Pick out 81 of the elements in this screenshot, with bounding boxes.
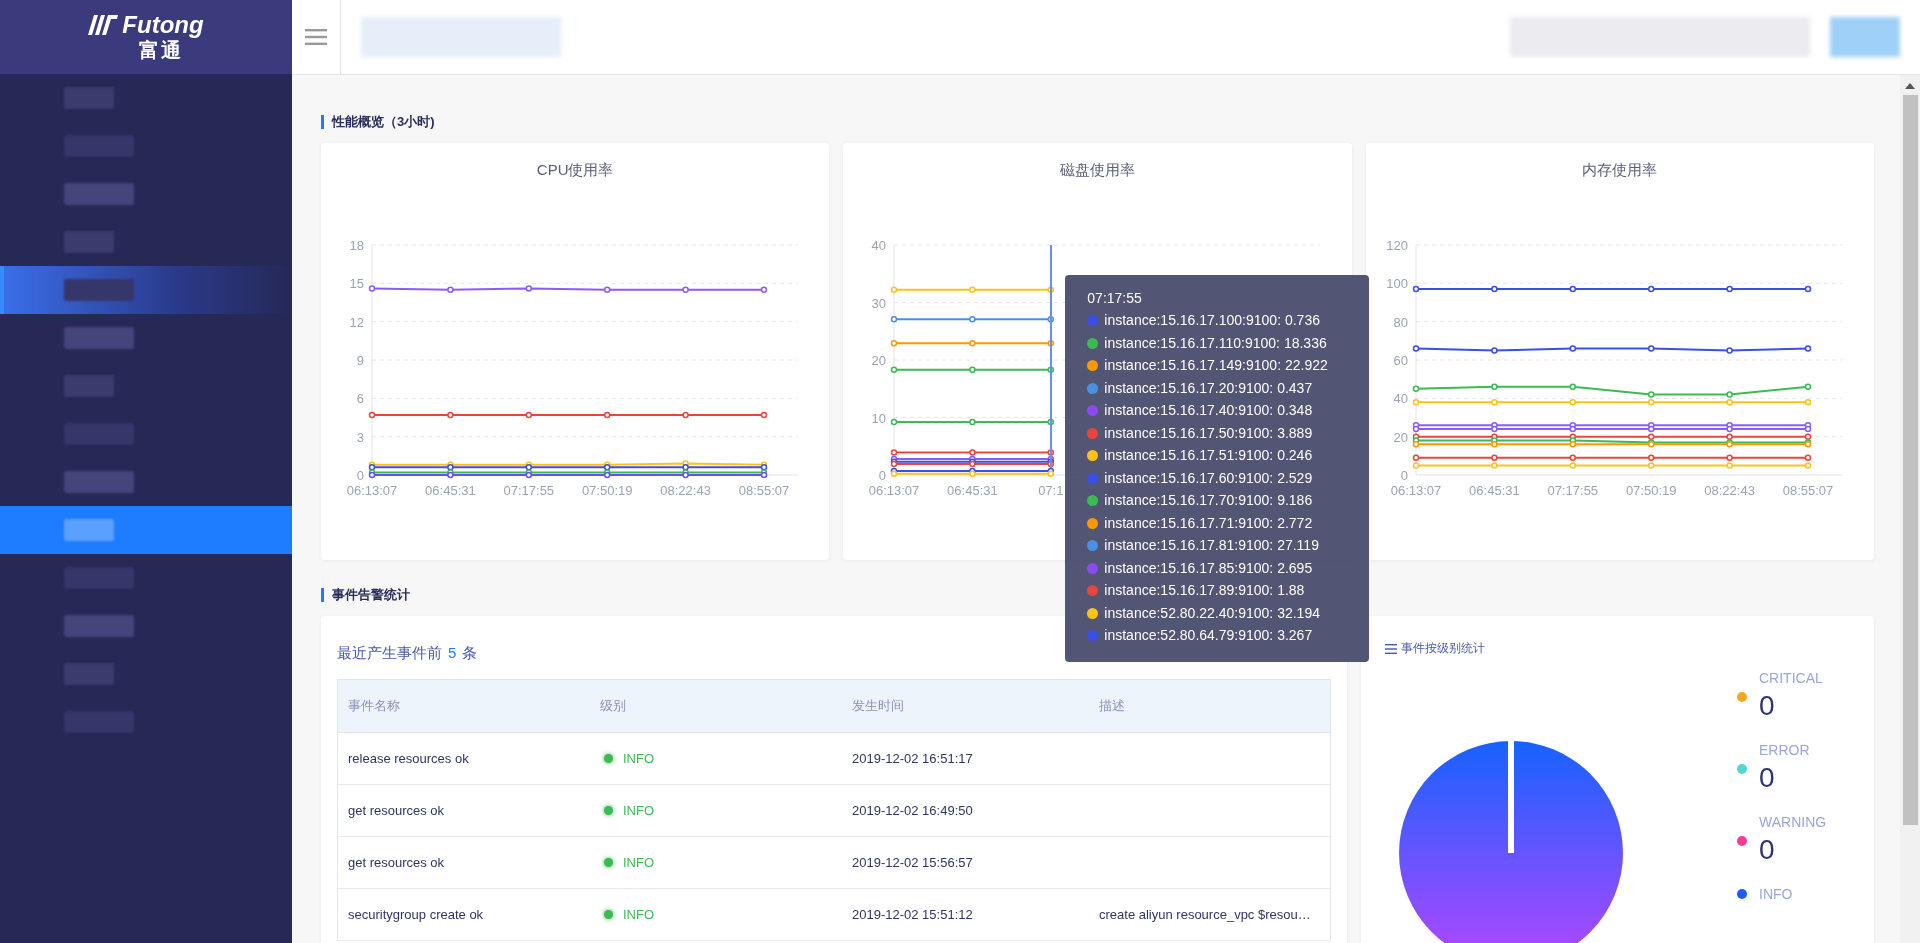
tooltip-value: instance:15.16.17.100:9100: 0.736 (1104, 311, 1320, 330)
tooltip-value: instance:52.80.64.79:9100: 3.267 (1104, 626, 1313, 645)
level-label: INFO (623, 855, 655, 870)
legend-count: 0 (1759, 689, 1776, 723)
axis-tick-label: 07:50:19 (1626, 483, 1677, 498)
table-cell-text: securitygroup create ok (347, 907, 485, 922)
axis-tick-label: 0 (356, 468, 364, 483)
axis-tick-label: 06:45:31 (1469, 483, 1521, 498)
axis-tick-label: 06:13:07 (1391, 483, 1442, 498)
level-label: INFO (623, 803, 655, 818)
axis-tick-label: 6 (356, 391, 364, 407)
column-header: 事件名称 (347, 697, 401, 715)
column-header: 级别 (599, 697, 627, 715)
legend-label: ERROR (1759, 741, 1811, 759)
chart-title: CPU使用率 (536, 161, 614, 180)
table-cell-text: 2019-12-02 15:51:12 (851, 907, 974, 922)
table-cell-text: create aliyun resource_vpc $resou… (1098, 907, 1312, 922)
tooltip-value: instance:15.16.17.40:9100: 0.348 (1104, 401, 1313, 420)
axis-tick-label: 20 (1393, 429, 1409, 445)
tooltip-value: instance:15.16.17.51:9100: 0.246 (1104, 446, 1313, 465)
axis-tick-label: 120 (1386, 238, 1409, 253)
level-label: INFO (623, 907, 655, 922)
axis-tick-label: 40 (871, 238, 886, 253)
axis-tick-label: 06:13:07 (868, 483, 920, 498)
axis-tick-label: 9 (356, 353, 364, 368)
axis-tick-label: 08:55:07 (1783, 483, 1834, 498)
column-header: 发生时间 (851, 697, 905, 715)
axis-tick-label: 3 (356, 429, 364, 445)
axis-tick-label: 80 (1393, 314, 1409, 330)
column-header: 描述 (1098, 697, 1126, 715)
tooltip-value: instance:15.16.17.81:9100: 27.119 (1104, 536, 1319, 555)
card-title: 事件按级别统计 (1401, 640, 1485, 657)
tooltip-value: instance:15.16.17.70:9100: 9.186 (1104, 491, 1313, 510)
axis-tick-label: 06:45:31 (947, 483, 998, 498)
tooltip-value: instance:52.80.22.40:9100: 32.194 (1104, 603, 1320, 623)
tooltip-value: instance:15.16.17.71:9100: 2.772 (1104, 513, 1313, 533)
tooltip-value: instance:15.16.17.89:9100: 1.88 (1104, 581, 1305, 600)
level-label: INFO (623, 751, 655, 766)
section-title: 性能概览（3小时) (321, 115, 1874, 129)
legend-label: INFO (1759, 885, 1794, 903)
table-cell-text: get resources ok (347, 803, 446, 818)
tooltip-value: instance:15.16.17.85:9100: 2.695 (1104, 558, 1313, 578)
axis-tick-label: 07:1 (1038, 483, 1064, 498)
recent-events-title: 最近产生事件前 5 条 (337, 644, 479, 663)
axis-tick-label: 08:22:43 (1704, 483, 1756, 498)
axis-tick-label: 07:17:55 (503, 483, 554, 498)
legend-label: WARNING (1759, 813, 1827, 831)
axis-tick-label: 30 (871, 295, 886, 311)
legend-count: 0 (1759, 833, 1776, 867)
axis-tick-label: 12 (349, 314, 364, 330)
axis-tick-label: 08:55:07 (738, 483, 789, 498)
table-cell-text: get resources ok (347, 855, 446, 870)
table-cell-text: 2019-12-02 16:49:50 (851, 803, 974, 818)
axis-tick-label: 100 (1386, 276, 1409, 292)
axis-tick-label: 0 (1401, 468, 1409, 483)
table-cell-text: 2019-12-02 15:56:57 (851, 855, 974, 870)
tooltip-value: instance:15.16.17.149:9100: 22.922 (1104, 356, 1328, 375)
legend-count: 0 (1759, 761, 1776, 795)
axis-tick-label: 18 (349, 238, 364, 253)
axis-tick-label: 60 (1393, 353, 1409, 368)
chart-title: 内存使用率 (1582, 161, 1658, 180)
tooltip-value: instance:15.16.17.60:9100: 2.529 (1104, 468, 1313, 488)
axis-tick-label: 06:13:07 (346, 483, 397, 498)
axis-tick-label: 06:45:31 (424, 483, 476, 498)
axis-tick-label: 10 (871, 410, 886, 426)
tooltip-value: instance:15.16.17.50:9100: 3.889 (1104, 423, 1313, 443)
axis-tick-label: 08:22:43 (659, 483, 711, 498)
axis-tick-label: 15 (349, 276, 364, 292)
axis-tick-label: 07:17:55 (1547, 483, 1599, 498)
chart-title: 磁盘使用率 (1060, 161, 1135, 180)
legend-label: CRITICAL (1759, 669, 1824, 687)
axis-tick-label: 20 (871, 353, 886, 368)
axis-tick-label: 07:50:19 (581, 483, 633, 498)
tooltip-value: instance:15.16.17.20:9100: 0.437 (1104, 378, 1313, 398)
tooltip-time: 07:17:55 (1087, 289, 1143, 308)
table-cell-text: 2019-12-02 16:51:17 (851, 751, 974, 766)
axis-tick-label: 40 (1393, 391, 1409, 407)
axis-tick-label: 0 (878, 468, 886, 483)
table-cell-text: release resources ok (347, 751, 470, 766)
tooltip-value: instance:15.16.17.110:9100: 18.336 (1104, 333, 1327, 353)
logo: Futong 富通 (0, 0, 292, 74)
